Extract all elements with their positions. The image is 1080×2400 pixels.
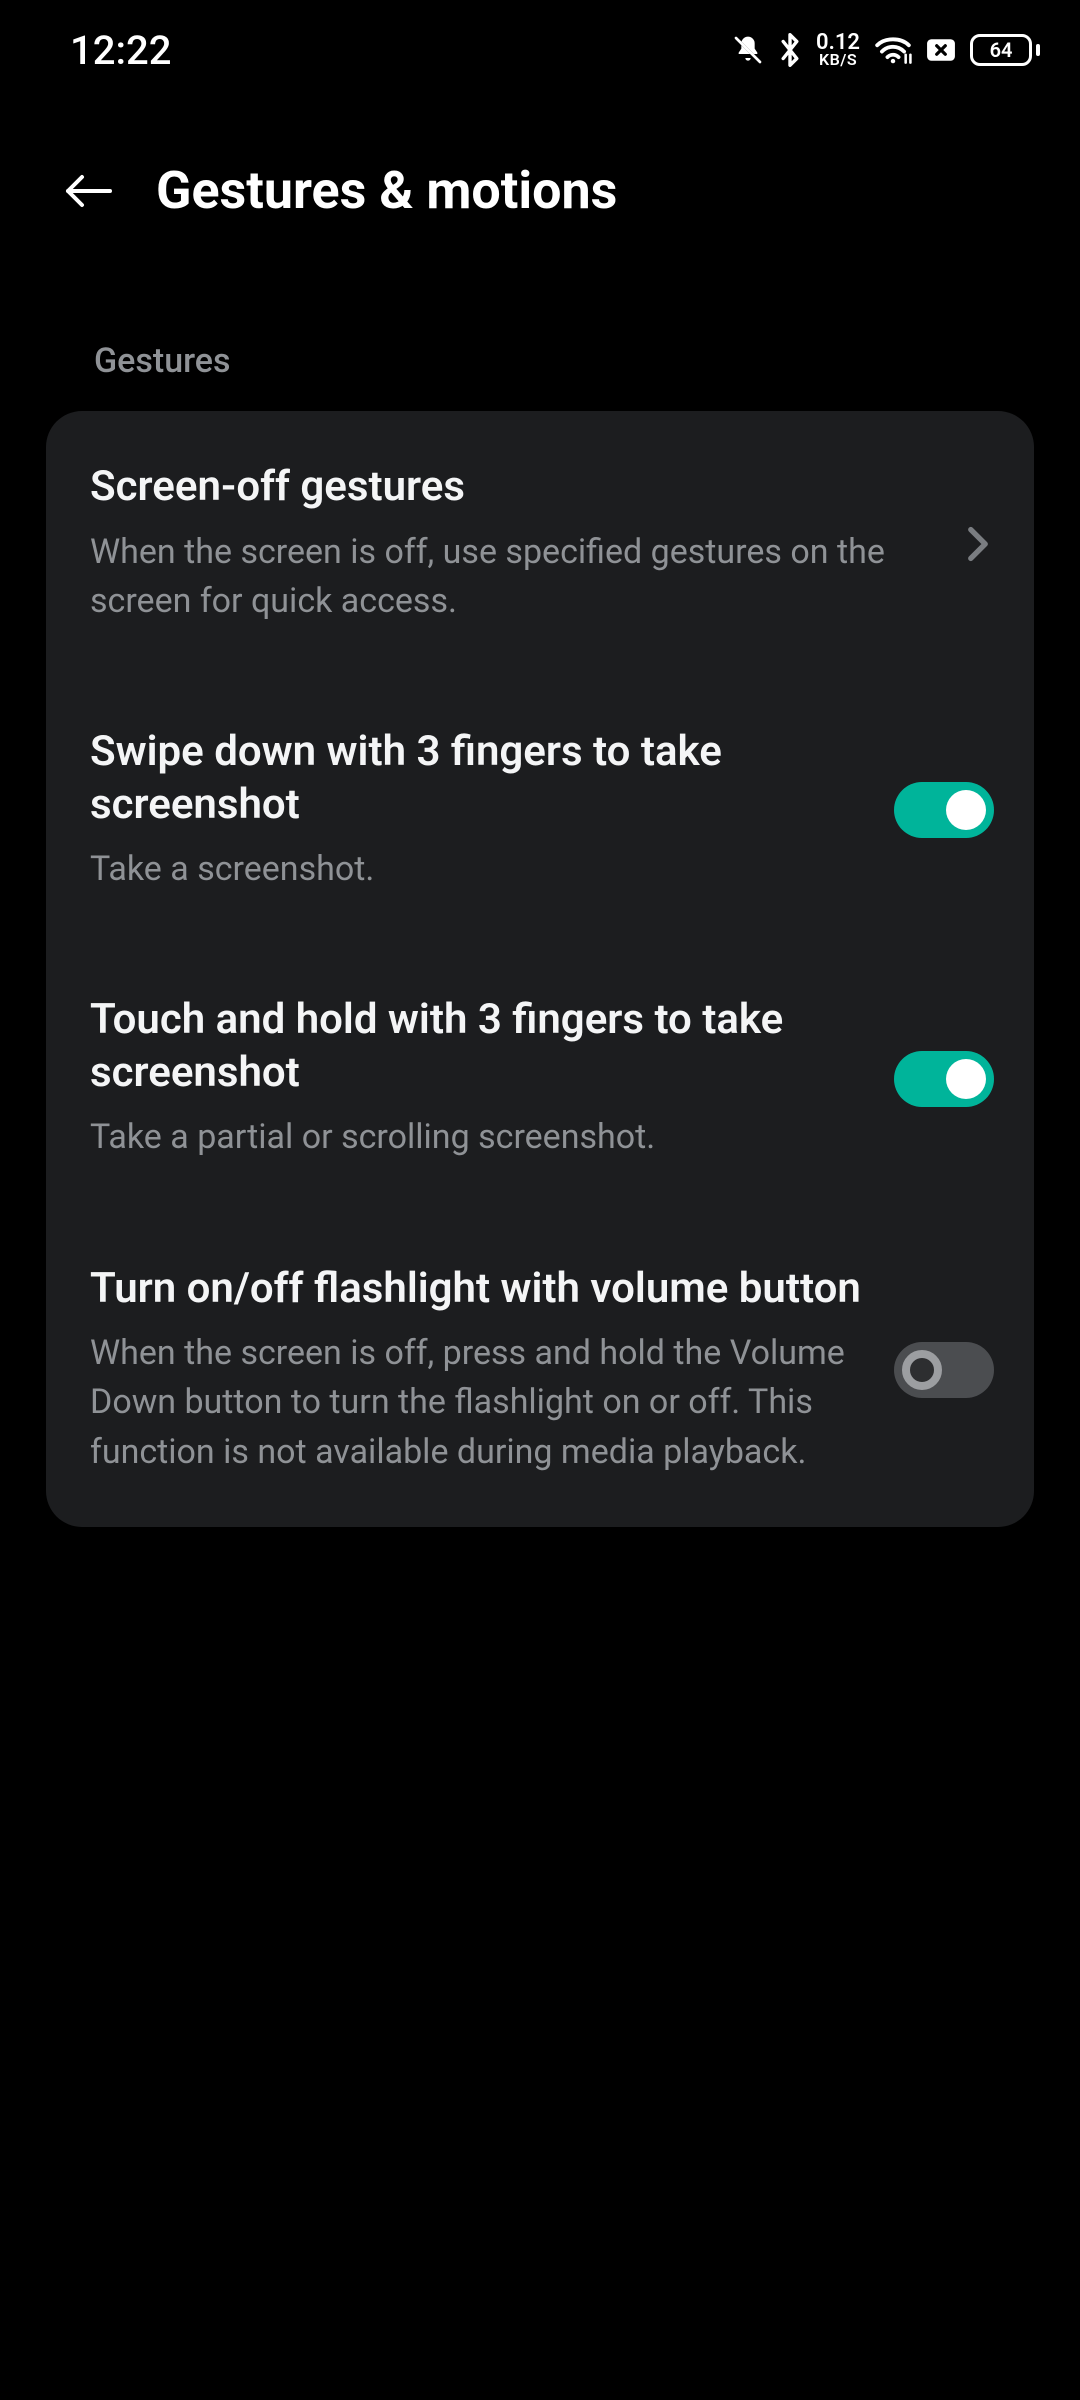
network-speed-unit: KB/S	[819, 53, 857, 67]
sim-card-icon	[926, 38, 956, 62]
section-header-gestures: Gestures	[0, 241, 1080, 411]
row-swipe-3-fingers-screenshot[interactable]: Swipe down with 3 fingers to take screen…	[76, 676, 1004, 944]
row-text: Turn on/off flashlight with volume butto…	[90, 1263, 864, 1477]
row-subtitle: Take a screenshot.	[90, 845, 864, 894]
toggle-knob	[946, 1059, 986, 1099]
status-icons: 0.12 KB/S 64	[732, 33, 1040, 67]
battery-tip	[1036, 44, 1040, 56]
row-title: Screen-off gestures	[90, 461, 932, 514]
row-text: Screen-off gestures When the screen is o…	[90, 461, 932, 626]
toggle-flashlight[interactable]	[894, 1342, 994, 1398]
row-title: Swipe down with 3 fingers to take screen…	[90, 726, 864, 831]
toggle-swipe-screenshot[interactable]	[894, 782, 994, 838]
bluetooth-icon	[778, 33, 802, 67]
battery-level: 64	[970, 34, 1032, 66]
status-bar: 12:22 0.12 KB/S	[0, 0, 1080, 100]
battery-indicator: 64	[970, 34, 1040, 66]
page-header: Gestures & motions	[0, 100, 1080, 241]
settings-card: Screen-off gestures When the screen is o…	[46, 411, 1034, 1527]
network-speed: 0.12 KB/S	[816, 33, 860, 67]
page-title: Gestures & motions	[156, 160, 617, 221]
row-text: Touch and hold with 3 fingers to take sc…	[90, 994, 864, 1162]
row-text: Swipe down with 3 fingers to take screen…	[90, 726, 864, 894]
row-title: Touch and hold with 3 fingers to take sc…	[90, 994, 864, 1099]
chevron-right-icon	[962, 512, 994, 576]
toggle-knob	[902, 1350, 942, 1390]
row-subtitle: Take a partial or scrolling screenshot.	[90, 1113, 864, 1162]
row-hold-3-fingers-screenshot[interactable]: Touch and hold with 3 fingers to take sc…	[76, 944, 1004, 1212]
row-subtitle: When the screen is off, press and hold t…	[90, 1329, 864, 1477]
row-subtitle: When the screen is off, use specified ge…	[90, 528, 932, 627]
status-time: 12:22	[70, 27, 171, 74]
row-screen-off-gestures[interactable]: Screen-off gestures When the screen is o…	[76, 411, 1004, 676]
toggle-knob	[946, 790, 986, 830]
toggle-hold-screenshot[interactable]	[894, 1051, 994, 1107]
row-title: Turn on/off flashlight with volume butto…	[90, 1263, 864, 1316]
row-flashlight-volume[interactable]: Turn on/off flashlight with volume butto…	[76, 1213, 1004, 1527]
back-button[interactable]	[60, 163, 116, 219]
wifi-icon	[874, 35, 912, 65]
mute-icon	[732, 34, 764, 66]
